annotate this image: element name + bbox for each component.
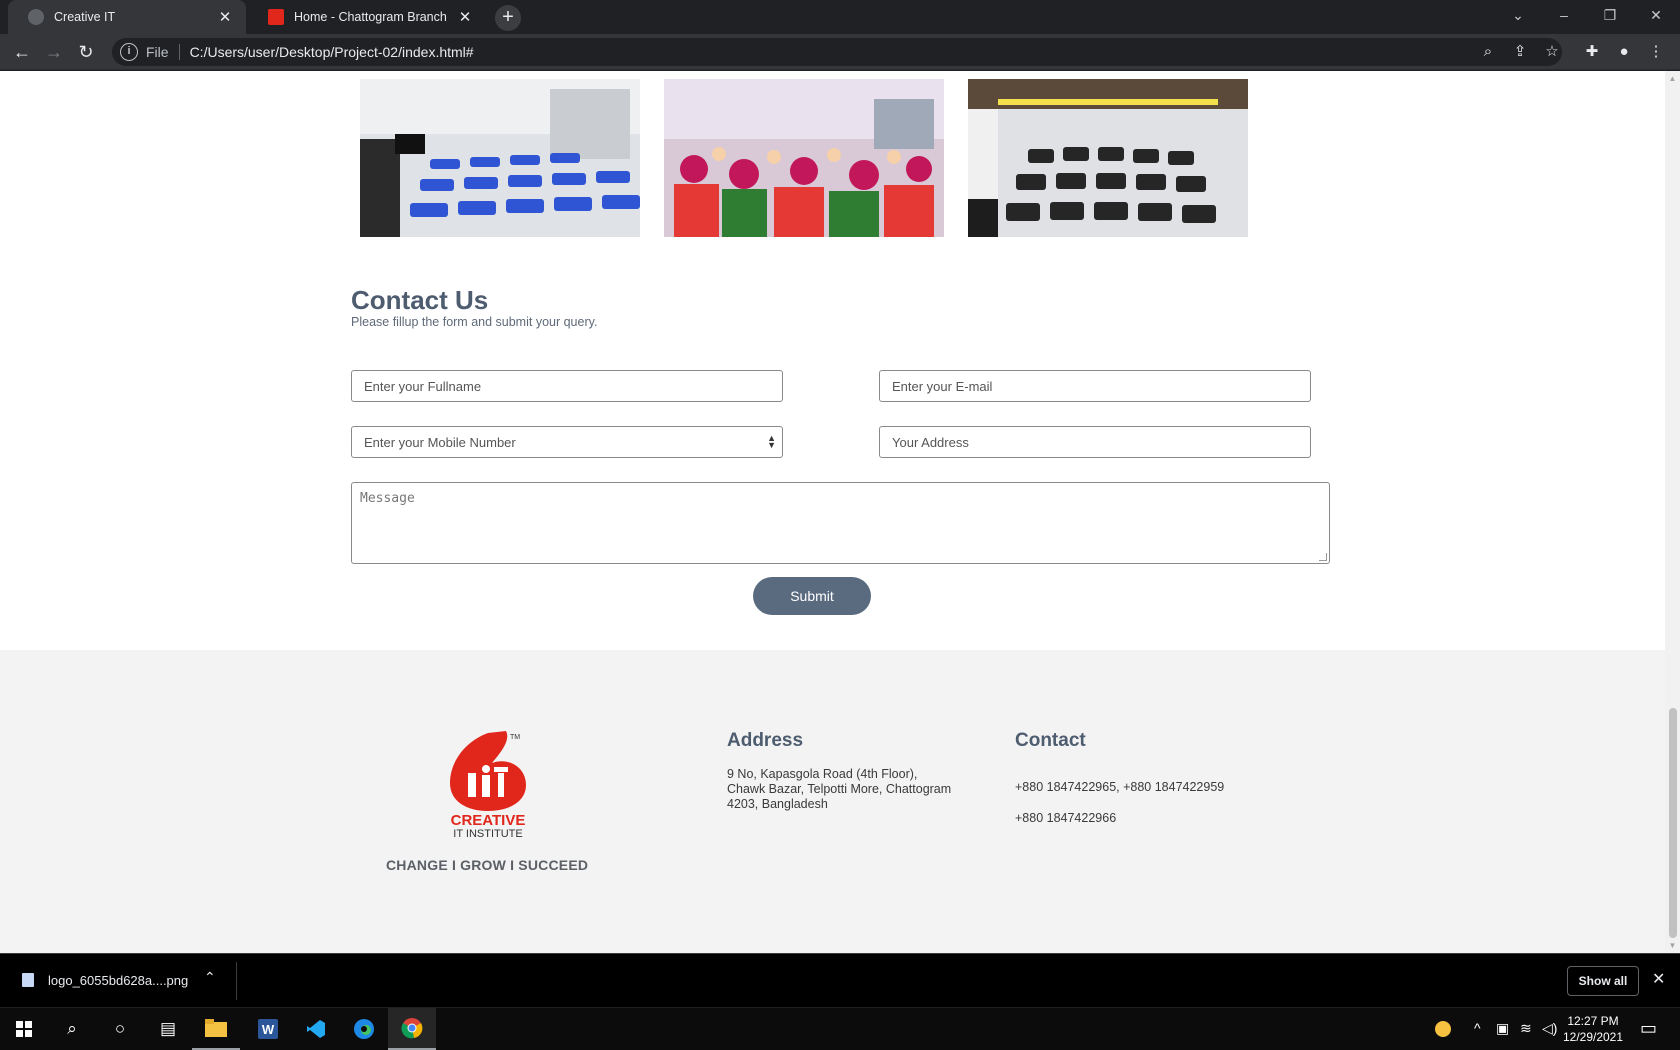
vscode-icon[interactable] <box>292 1008 340 1050</box>
address-bar[interactable]: i File C:/Users/user/Desktop/Project-02/… <box>112 38 1562 66</box>
meet-now-icon[interactable]: ▣ <box>1496 1020 1509 1037</box>
email-placeholder: Enter your E-mail <box>892 378 993 394</box>
show-all-button[interactable]: Show all <box>1567 966 1639 996</box>
seminar-hall-photo <box>968 79 1248 237</box>
notification-center-icon[interactable]: ▭ <box>1640 1018 1657 1039</box>
volume-icon[interactable]: ◁) <box>1542 1020 1557 1037</box>
back-arrow-icon[interactable]: ← <box>8 38 36 66</box>
share-icon[interactable]: ⇪ <box>1506 38 1534 66</box>
tab-creative-it[interactable]: Creative IT ✕ <box>8 0 246 34</box>
contact-subtitle: Please fillup the form and submit your q… <box>351 315 598 329</box>
clock-time: 12:27 PM <box>1567 1014 1619 1028</box>
chevron-up-icon[interactable]: ⌃ <box>204 969 216 986</box>
url-scheme: File <box>146 44 180 60</box>
scroll-up-arrow-icon[interactable]: ▲ <box>1665 73 1680 85</box>
footer-tagline: CHANGE I GROW I SUCCEED <box>386 857 589 873</box>
address-line-3: 4203, Bangladesh <box>727 797 828 811</box>
cortana-icon[interactable]: ○ <box>96 1008 144 1050</box>
address-line-2: Chawk Bazar, Telpotti More, Chattogram <box>727 782 952 796</box>
number-spinner-icon[interactable]: ▲ ▼ <box>767 434 776 450</box>
system-clock[interactable]: 12:27 PM 12/29/2021 <box>1558 1013 1628 1045</box>
restore-button[interactable]: ❐ <box>1587 0 1633 30</box>
page-scrollbar-thumb[interactable] <box>1669 708 1677 938</box>
phone-number-secondary: +880 1847422966 <box>1015 811 1117 825</box>
classroom-blue-chairs-photo <box>360 79 640 237</box>
page-viewport: Contact Us Please fillup the form and su… <box>0 71 1665 953</box>
fullname-input[interactable]: Enter your Fullname <box>351 370 783 402</box>
address-heading: Address <box>727 730 804 751</box>
logo-sub-text: IT INSTITUTE <box>453 828 522 839</box>
weather-icon[interactable] <box>1434 1020 1452 1041</box>
browser-toolbar: ← → ↻ i File C:/Users/user/Desktop/Proje… <box>0 34 1680 70</box>
image-file-icon <box>22 973 34 987</box>
mobile-placeholder: Enter your Mobile Number <box>364 434 516 450</box>
contact-footer-heading: Contact <box>1015 730 1086 751</box>
wifi-icon[interactable]: ≋ <box>1520 1020 1532 1037</box>
file-explorer-icon[interactable] <box>192 1008 240 1050</box>
reload-icon[interactable]: ↻ <box>72 38 100 66</box>
address-input[interactable]: Your Address <box>879 426 1311 458</box>
download-shelf: logo_6055bd628a....png ⌃ Show all ✕ <box>0 953 1680 1007</box>
tab-title: Creative IT <box>54 10 116 24</box>
word-icon[interactable]: W <box>244 1008 292 1050</box>
students-crowd-photo <box>664 79 944 237</box>
extensions-puzzle-icon[interactable]: ✚ <box>1578 38 1606 66</box>
windows-start-icon[interactable] <box>0 1008 48 1050</box>
contact-heading: Contact Us <box>351 285 489 315</box>
creative-it-logo: TM CREATIVE IT INSTITUTE <box>450 731 526 839</box>
download-file-name[interactable]: logo_6055bd628a....png <box>48 973 188 988</box>
info-icon[interactable]: i <box>120 43 138 61</box>
new-tab-button[interactable]: + <box>495 5 521 31</box>
logo-tm: TM <box>510 734 520 741</box>
globe-icon <box>28 9 44 25</box>
bookmark-star-icon[interactable]: ☆ <box>1538 38 1566 66</box>
search-icon[interactable]: ⌕ <box>48 1008 96 1050</box>
chevron-up-tray-icon[interactable]: ^ <box>1474 1020 1481 1036</box>
message-placeholder: Message <box>360 491 415 506</box>
chrome-icon[interactable] <box>388 1008 436 1050</box>
fullname-placeholder: Enter your Fullname <box>364 378 482 394</box>
forward-arrow-icon[interactable]: → <box>40 38 68 66</box>
logo-brand-text: CREATIVE <box>451 812 526 829</box>
phone-numbers-primary: +880 1847422965, +880 1847422959 <box>1015 780 1225 794</box>
close-tab-icon[interactable]: ✕ <box>216 8 234 26</box>
zoom-icon[interactable]: ⌕ <box>1474 38 1502 66</box>
message-textarea[interactable]: Message <box>351 482 1330 564</box>
tab-chattogram-branch[interactable]: Home - Chattogram Branch ✕ <box>248 0 486 34</box>
menu-kebab-icon[interactable]: ⋮ <box>1642 38 1670 66</box>
minimize-button[interactable]: – <box>1541 0 1587 30</box>
address-placeholder: Your Address <box>892 434 969 450</box>
task-view-icon[interactable]: ▤ <box>144 1008 192 1050</box>
browser-tabstrip: Creative IT ✕ Home - Chattogram Branch ✕… <box>0 0 1680 34</box>
tab-search-icon[interactable]: ⌄ <box>1495 0 1541 30</box>
shelf-divider <box>236 962 237 1000</box>
footer <box>0 650 1665 953</box>
resize-handle-icon[interactable] <box>1319 553 1327 561</box>
close-shelf-icon[interactable]: ✕ <box>1652 969 1665 989</box>
url-text[interactable]: C:/Users/user/Desktop/Project-02/index.h… <box>190 44 474 60</box>
svg-text:W: W <box>262 1022 275 1037</box>
clock-date: 12/29/2021 <box>1562 1030 1624 1044</box>
mobile-number-input[interactable]: Enter your Mobile Number ▲ ▼ <box>351 426 783 458</box>
site-favicon-icon <box>268 9 284 25</box>
profile-avatar-icon[interactable]: ● <box>1610 38 1638 66</box>
address-line-1: 9 No, Kapasgola Road (4th Floor), <box>727 767 918 781</box>
close-window-button[interactable]: ✕ <box>1633 0 1679 30</box>
edge-icon[interactable] <box>340 1008 388 1050</box>
email-input[interactable]: Enter your E-mail <box>879 370 1311 402</box>
submit-button[interactable]: Submit <box>753 577 871 615</box>
windows-taskbar: ⌕ ○ ▤ W ^ ▣ ≋ ◁) 12:27 PM 12/29/2021 ▭ <box>0 1008 1680 1050</box>
scroll-down-arrow-icon[interactable]: ▼ <box>1665 940 1680 952</box>
close-tab-icon[interactable]: ✕ <box>456 8 474 26</box>
tab-title: Home - Chattogram Branch <box>294 10 447 24</box>
